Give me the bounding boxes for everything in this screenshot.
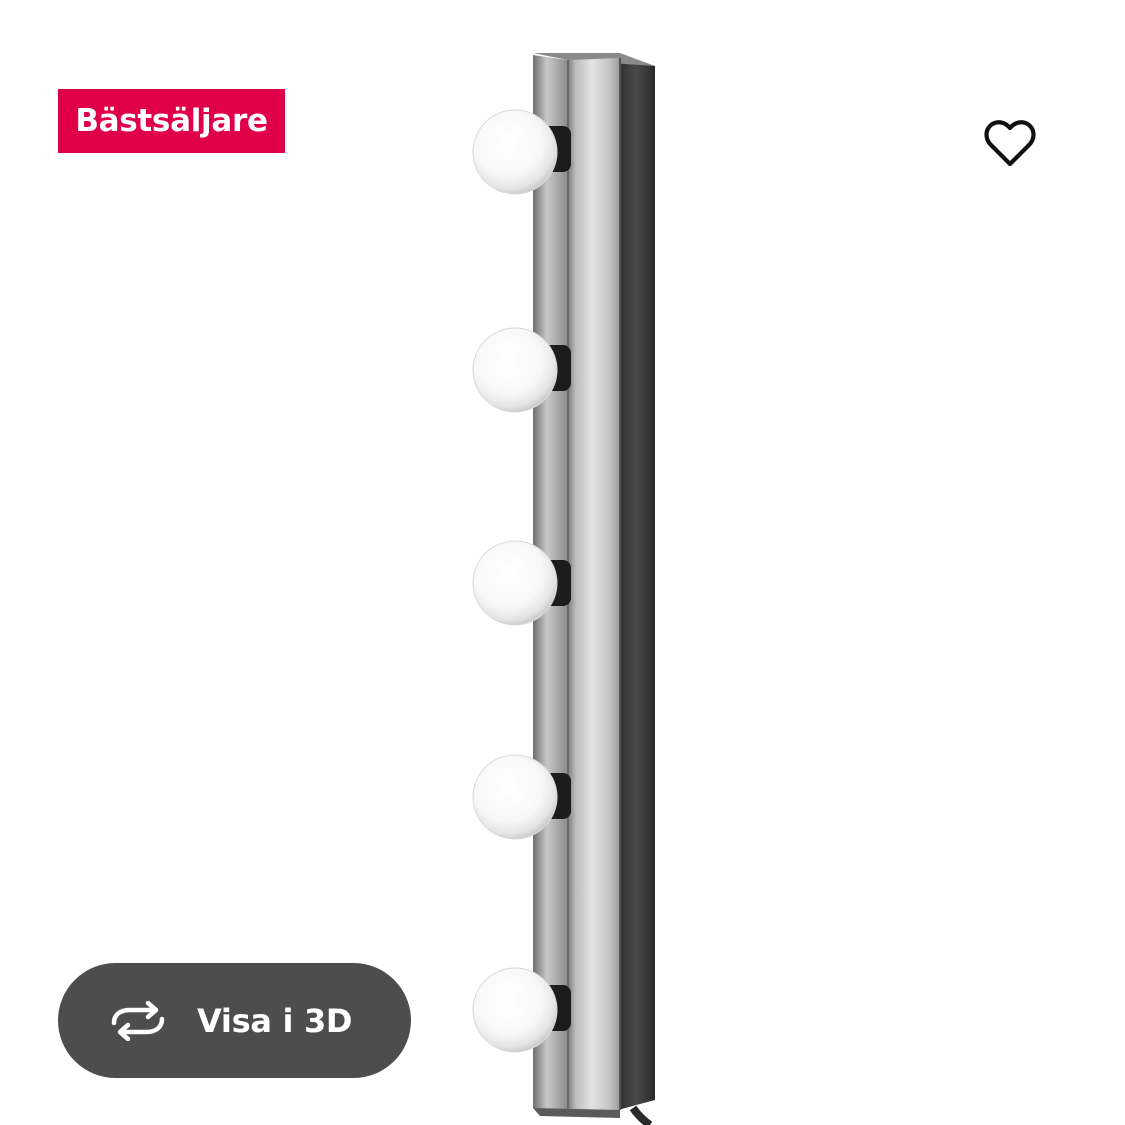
rail-back [618, 58, 655, 1110]
view-in-3d-label: Visa i 3D [197, 1001, 353, 1040]
cable [629, 1105, 653, 1125]
rail-front [568, 58, 620, 1110]
bestseller-badge: Bästsäljare [58, 89, 285, 153]
favourite-button[interactable] [978, 112, 1042, 176]
view-in-3d-button[interactable]: Visa i 3D [58, 963, 411, 1078]
product-image [472, 53, 655, 1125]
heart-outline-icon [984, 120, 1036, 167]
rotate-arrows-icon [108, 1000, 168, 1041]
